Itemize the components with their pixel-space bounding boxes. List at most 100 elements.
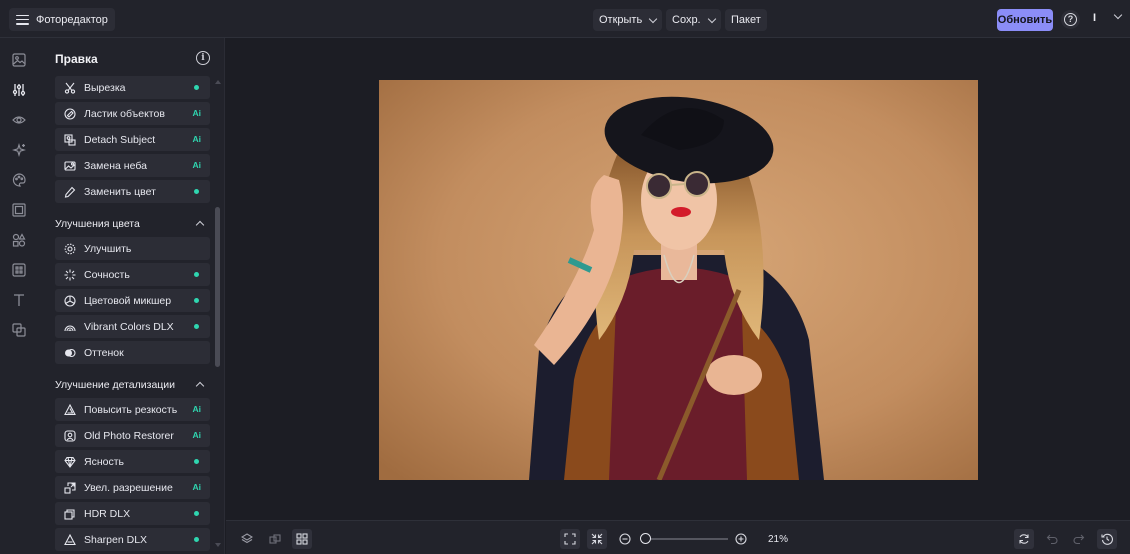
tool-sharpen-dlx[interactable]: Sharpen DLX xyxy=(55,528,210,551)
status-dot xyxy=(194,85,199,90)
palette-icon[interactable] xyxy=(12,173,26,187)
grid-button[interactable] xyxy=(292,529,312,549)
tool-replace-color[interactable]: Заменить цвет xyxy=(55,180,210,203)
main-menu-button[interactable]: Фоторедактор xyxy=(9,8,115,31)
tool-label: Улучшить xyxy=(84,242,132,255)
tool-hdr-dlx[interactable]: HDR DLX xyxy=(55,502,210,525)
eye-icon[interactable] xyxy=(12,113,26,127)
actual-size-button[interactable] xyxy=(587,529,607,549)
zoom-in-button[interactable] xyxy=(731,529,751,549)
zoom-value: 21% xyxy=(768,534,789,545)
tool-vibrant-colors-dlx[interactable]: Vibrant Colors DLX xyxy=(55,315,210,338)
tool-label: Оттенок xyxy=(84,346,124,359)
panel-scrollbar[interactable] xyxy=(215,80,221,550)
tool-color-mixer[interactable]: Цветовой микшер xyxy=(55,289,210,312)
section-title: Улучшение детализации xyxy=(55,379,176,391)
ai-badge: Ai xyxy=(192,404,202,414)
history-button[interactable] xyxy=(1097,529,1117,549)
ai-badge: Ai xyxy=(192,482,202,492)
tool-detach-subject[interactable]: Detach Subject Ai xyxy=(55,128,210,151)
tool-enhance[interactable]: Улучшить xyxy=(55,237,210,260)
dropper-icon xyxy=(64,186,76,198)
shapes-icon[interactable] xyxy=(12,233,26,247)
zoom-slider-knob[interactable] xyxy=(640,533,651,544)
edited-photo[interactable] xyxy=(379,80,978,480)
status-dot xyxy=(194,324,199,329)
sparkle-icon[interactable] xyxy=(12,143,26,157)
user-avatar[interactable]: I xyxy=(1093,12,1096,24)
user-menu-chevron-icon[interactable] xyxy=(1113,10,1123,20)
tool-label: Ластик объектов xyxy=(84,107,165,120)
sliders-icon[interactable] xyxy=(12,83,26,97)
photo-editor-app: Фоторедактор Открыть Сохр. Пакет Обновит… xyxy=(0,0,1130,554)
tool-sharpen-ai[interactable]: Повысить резкость Ai xyxy=(55,398,210,421)
tool-cutout[interactable]: Вырезка xyxy=(55,76,210,99)
rainbow-icon xyxy=(64,321,76,333)
redo-icon xyxy=(1073,534,1085,545)
eraser-icon xyxy=(64,107,76,120)
open-button[interactable]: Открыть xyxy=(593,9,663,31)
tool-label: Detach Subject xyxy=(84,133,156,146)
app-title: Фоторедактор xyxy=(36,13,108,26)
fit-screen-button[interactable] xyxy=(560,529,580,549)
image-icon[interactable] xyxy=(12,53,26,67)
undo-button[interactable] xyxy=(1042,529,1062,549)
top-bar: Фоторедактор Открыть Сохр. Пакет Обновит… xyxy=(0,0,1130,38)
status-dot xyxy=(194,189,199,194)
tool-upscale[interactable]: Увел. разрешение Ai xyxy=(55,476,210,499)
save-label: Сохр. xyxy=(672,14,701,26)
refresh-icon xyxy=(1019,534,1029,544)
hdr-icon xyxy=(64,508,76,520)
batch-button[interactable]: Пакет xyxy=(725,9,767,31)
frame-icon[interactable] xyxy=(12,203,26,217)
subject-icon xyxy=(64,133,76,146)
open-label: Открыть xyxy=(599,14,643,26)
tool-label: Заменить цвет xyxy=(84,185,156,198)
tool-label: Увел. разрешение xyxy=(84,481,173,494)
tool-old-photo-restorer[interactable]: Old Photo Restorer Ai xyxy=(55,424,210,447)
tool-object-eraser[interactable]: Ластик объектов Ai xyxy=(55,102,210,125)
status-dot xyxy=(194,459,199,464)
texture-icon[interactable] xyxy=(12,263,26,277)
mixer-icon xyxy=(64,294,76,307)
sky-icon xyxy=(64,160,76,172)
layers-button[interactable] xyxy=(237,529,257,549)
chevron-down-icon xyxy=(707,14,716,23)
info-icon[interactable]: i xyxy=(196,51,210,65)
scroll-up-arrow-icon[interactable] xyxy=(215,80,221,84)
zoom-slider-track[interactable] xyxy=(648,538,728,540)
upscale-icon xyxy=(64,481,76,494)
section-detail-enhancements[interactable]: Улучшение детализации xyxy=(55,377,210,393)
undo-icon xyxy=(1046,534,1058,545)
save-button[interactable]: Сохр. xyxy=(666,9,721,31)
redo-button[interactable] xyxy=(1069,529,1089,549)
photo-illustration xyxy=(379,80,978,480)
reset-button[interactable] xyxy=(1014,529,1034,549)
overlay-icon[interactable] xyxy=(12,323,26,337)
layers-icon xyxy=(241,533,253,544)
section-title: Улучшения цвета xyxy=(55,218,140,230)
sharpen-icon xyxy=(64,533,76,546)
section-color-enhancements[interactable]: Улучшения цвета xyxy=(55,216,210,232)
status-dot xyxy=(194,511,199,516)
text-icon[interactable] xyxy=(12,293,26,307)
compare-icon xyxy=(269,534,281,544)
chevron-up-icon xyxy=(195,220,205,230)
scroll-thumb[interactable] xyxy=(215,207,220,367)
tool-label: Old Photo Restorer xyxy=(84,429,174,442)
status-dot xyxy=(194,298,199,303)
tool-tint[interactable]: Оттенок xyxy=(55,341,210,364)
tool-vibrance[interactable]: Сочность xyxy=(55,263,210,286)
help-button[interactable]: ? xyxy=(1061,10,1080,29)
restore-icon xyxy=(64,429,76,442)
ai-badge: Ai xyxy=(192,160,202,170)
tool-clarity[interactable]: Ясность xyxy=(55,450,210,473)
upgrade-button[interactable]: Обновить xyxy=(997,9,1053,31)
zoom-out-button[interactable] xyxy=(615,529,635,549)
ai-badge: Ai xyxy=(192,134,202,144)
tool-sky-replace[interactable]: Замена неба Ai xyxy=(55,154,210,177)
scroll-down-arrow-icon[interactable] xyxy=(215,543,221,547)
batch-label: Пакет xyxy=(731,14,761,26)
compare-button[interactable] xyxy=(265,529,285,549)
hamburger-icon xyxy=(16,14,29,25)
